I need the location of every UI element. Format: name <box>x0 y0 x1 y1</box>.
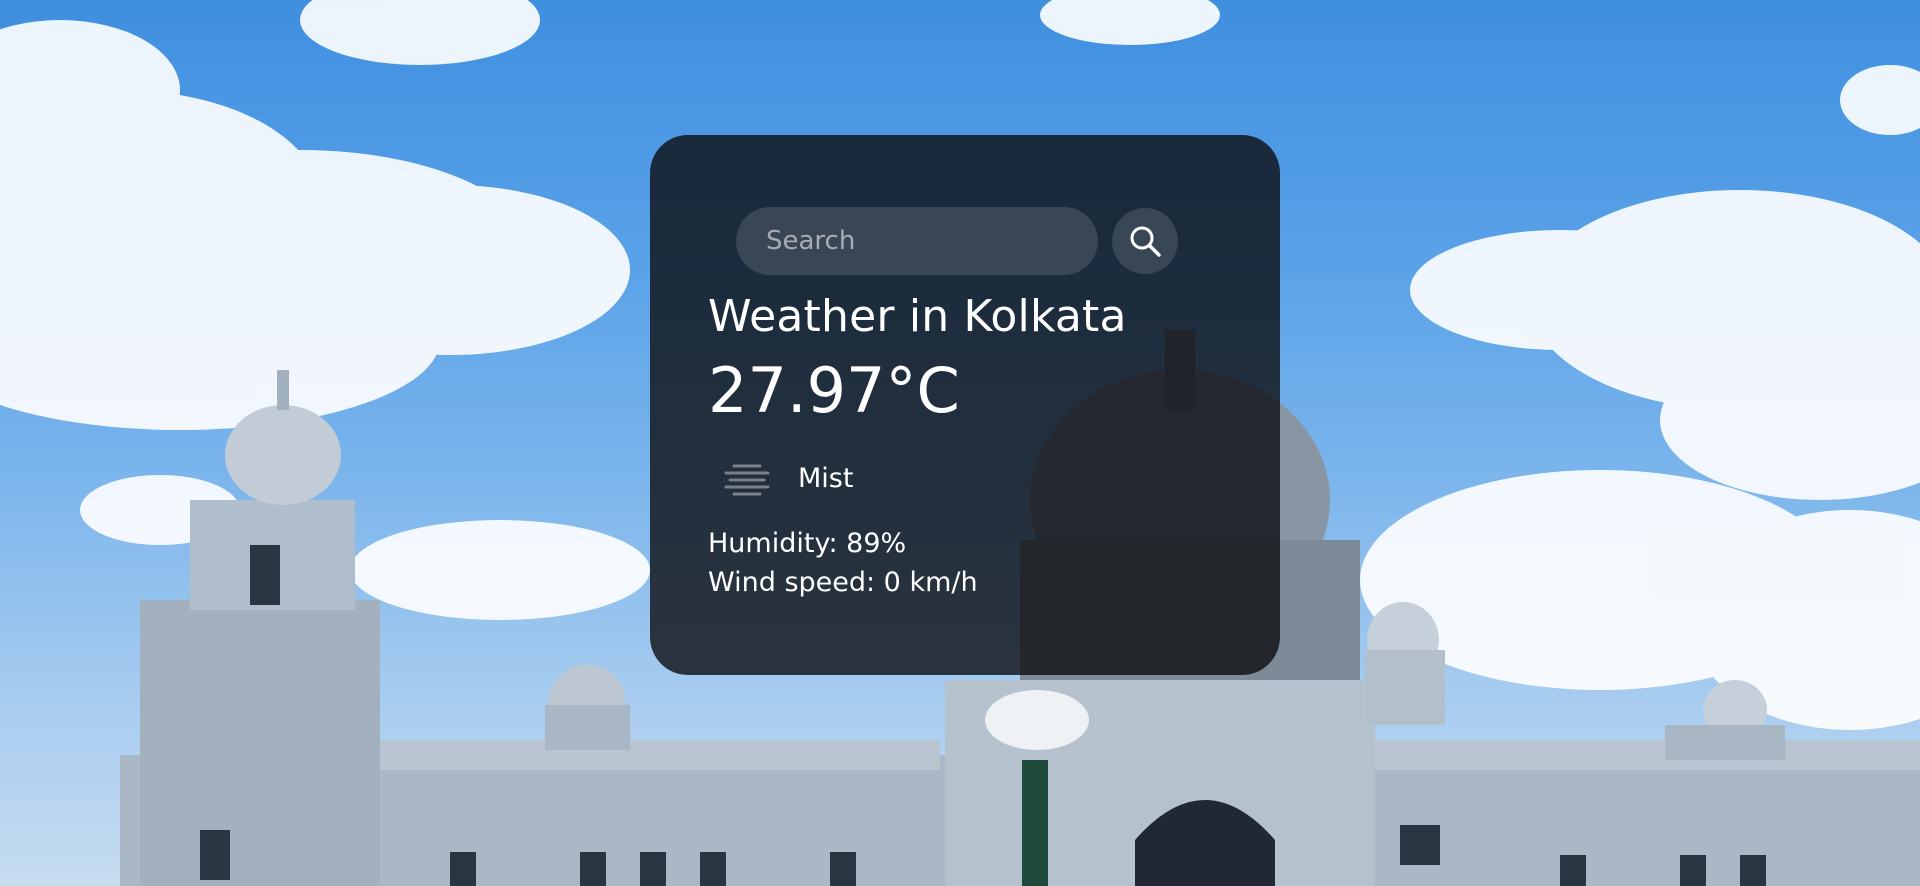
condition-row: Mist <box>716 456 1224 500</box>
wind-speed-text: Wind speed: 0 km/h <box>708 567 978 599</box>
background-image: Weather in Kolkata 27.97°C Mist Humidity… <box>0 0 1920 886</box>
search-bar <box>736 207 1224 275</box>
search-button[interactable] <box>1112 208 1178 274</box>
weather-card: Weather in Kolkata 27.97°C Mist Humidity… <box>650 135 1280 675</box>
temperature-value: 27.97°C <box>708 353 960 427</box>
search-input[interactable] <box>736 207 1098 275</box>
humidity-text: Humidity: 89% <box>708 528 907 560</box>
search-icon <box>1128 224 1162 258</box>
condition-label: Mist <box>798 462 854 494</box>
mist-icon <box>724 464 770 496</box>
city-title: Weather in Kolkata <box>708 291 1127 342</box>
